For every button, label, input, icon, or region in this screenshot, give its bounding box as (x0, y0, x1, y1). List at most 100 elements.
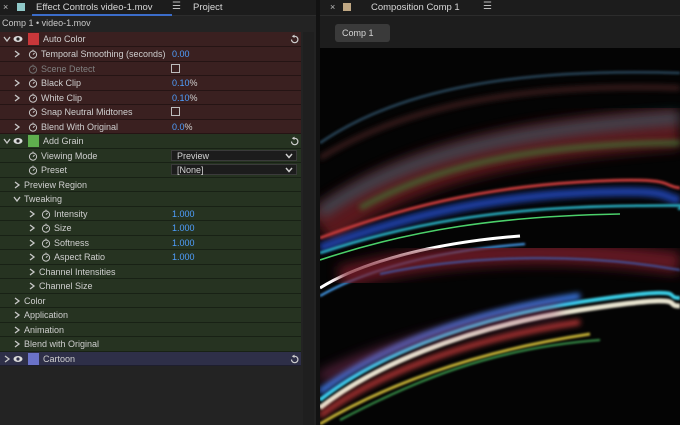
chevron-right-icon[interactable] (13, 311, 21, 319)
group-blend-with-original[interactable]: Blend with Original (0, 337, 301, 352)
stopwatch-icon[interactable] (28, 165, 38, 175)
group-channel-intensities[interactable]: Channel Intensities (0, 264, 301, 279)
param-value[interactable]: 1.000 (172, 223, 195, 233)
param-scene-detect: Scene Detect (0, 61, 301, 76)
chevron-down-icon[interactable] (3, 35, 11, 43)
param-label: Blend With Original (41, 121, 119, 132)
chevron-right-icon[interactable] (28, 267, 36, 276)
right-tab-bar: × Composition Comp 1 ☰ (320, 0, 680, 16)
stopwatch-icon[interactable] (41, 252, 51, 262)
chevron-right-icon[interactable] (13, 325, 21, 334)
group-channel-size[interactable]: Channel Size (0, 279, 301, 294)
effect-controls-swatch-icon (17, 3, 25, 11)
light-streaks-image (320, 48, 680, 425)
group-label: Blend with Original (24, 339, 100, 349)
stopwatch-icon[interactable] (28, 49, 38, 59)
chevron-right-icon[interactable] (13, 180, 21, 189)
stopwatch-icon[interactable] (28, 93, 38, 103)
tab-project[interactable]: Project (193, 2, 223, 13)
param-label: Temporal Smoothing (seconds) (41, 49, 166, 59)
chevron-right-icon[interactable] (13, 50, 21, 58)
chevron-right-icon[interactable] (28, 238, 36, 247)
effect-color-swatch (28, 135, 39, 147)
param-value[interactable]: 1.000 (172, 238, 195, 248)
param-snap-neutral-midtones: Snap Neutral Midtones (0, 105, 301, 120)
param-label: Softness (54, 237, 90, 248)
panel-menu-icon[interactable]: ☰ (172, 1, 181, 12)
stopwatch-icon[interactable] (41, 209, 51, 219)
comp-breadcrumb-chip[interactable]: Comp 1 (335, 24, 390, 42)
effect-name: Add Grain (43, 136, 84, 146)
chevron-right-icon[interactable] (28, 253, 36, 261)
param-label: Scene Detect (41, 63, 96, 74)
close-tab-icon[interactable]: × (3, 2, 8, 12)
group-application[interactable]: Application (0, 308, 301, 323)
group-label: Color (24, 295, 46, 306)
chevron-right-icon[interactable] (28, 209, 36, 218)
chevron-down-icon[interactable] (3, 137, 11, 145)
viewing-mode-dropdown[interactable]: Preview (171, 149, 297, 161)
stopwatch-icon[interactable] (28, 107, 38, 117)
close-tab-icon[interactable]: × (330, 2, 335, 12)
param-value[interactable]: 0.10% (172, 93, 198, 103)
param-softness: Softness 1.000 (0, 235, 301, 250)
chevron-right-icon[interactable] (3, 354, 11, 363)
composition-viewer[interactable] (320, 48, 680, 425)
param-value[interactable]: 1.000 (172, 209, 195, 219)
param-label: Intensity (54, 208, 88, 219)
scene-detect-checkbox[interactable] (171, 63, 180, 73)
param-temporal-smoothing: Temporal Smoothing (seconds) 0.00 (0, 47, 301, 62)
param-label: Snap Neutral Midtones (41, 107, 133, 117)
stopwatch-icon[interactable] (41, 238, 51, 248)
breadcrumb: Comp 1 • video-1.mov (2, 18, 91, 28)
effect-cartoon-header[interactable]: Cartoon (0, 351, 301, 366)
stopwatch-icon[interactable] (41, 223, 51, 233)
eye-icon[interactable] (13, 354, 23, 364)
group-tweaking[interactable]: Tweaking (0, 192, 301, 207)
snap-neutral-midtones-checkbox[interactable] (171, 107, 180, 116)
panel-menu-icon[interactable]: ☰ (483, 1, 492, 12)
chevron-down-icon (285, 167, 293, 173)
chevron-right-icon[interactable] (28, 282, 36, 290)
param-aspect-ratio: Aspect Ratio 1.000 (0, 250, 301, 265)
group-color[interactable]: Color (0, 293, 301, 308)
stopwatch-icon[interactable] (28, 122, 38, 132)
eye-icon[interactable] (13, 34, 23, 44)
composition-panel: × Composition Comp 1 ☰ Comp 1 (320, 0, 680, 425)
eye-icon[interactable] (13, 136, 23, 146)
param-value[interactable]: 1.000 (172, 252, 195, 262)
param-label: Preset (41, 165, 68, 175)
group-label: Tweaking (24, 194, 63, 204)
param-intensity: Intensity 1.000 (0, 206, 301, 221)
reset-icon[interactable] (289, 136, 300, 147)
scrollbar[interactable] (303, 32, 314, 425)
tab-effect-controls[interactable]: Effect Controls video-1.mov (36, 2, 153, 13)
dropdown-value: Preview (177, 150, 210, 161)
preset-dropdown[interactable]: [None] (171, 164, 297, 175)
group-label: Preview Region (24, 179, 88, 190)
chevron-right-icon[interactable] (13, 79, 21, 87)
chevron-right-icon[interactable] (28, 224, 36, 232)
stopwatch-icon (28, 64, 38, 74)
param-value[interactable]: 0.0% (172, 122, 193, 132)
chevron-right-icon[interactable] (13, 93, 21, 102)
stopwatch-icon[interactable] (28, 151, 38, 161)
active-tab-indicator (32, 14, 172, 16)
param-value[interactable]: 0.10% (172, 78, 198, 88)
group-preview-region[interactable]: Preview Region (0, 177, 301, 192)
chevron-down-icon[interactable] (13, 195, 21, 203)
effect-name: Cartoon (43, 353, 76, 364)
effect-auto-color-header[interactable]: Auto Color (0, 32, 301, 47)
effect-add-grain-header[interactable]: Add Grain (0, 134, 301, 149)
chevron-right-icon[interactable] (13, 122, 21, 131)
tab-composition[interactable]: Composition Comp 1 (371, 2, 460, 13)
param-value[interactable]: 0.00 (172, 49, 190, 59)
reset-icon[interactable] (289, 354, 300, 365)
param-label: Size (54, 223, 72, 233)
chevron-right-icon[interactable] (13, 296, 21, 305)
dropdown-value: [None] (177, 165, 204, 175)
stopwatch-icon[interactable] (28, 78, 38, 88)
group-animation[interactable]: Animation (0, 322, 301, 337)
reset-icon[interactable] (289, 34, 300, 45)
chevron-right-icon[interactable] (13, 340, 21, 348)
